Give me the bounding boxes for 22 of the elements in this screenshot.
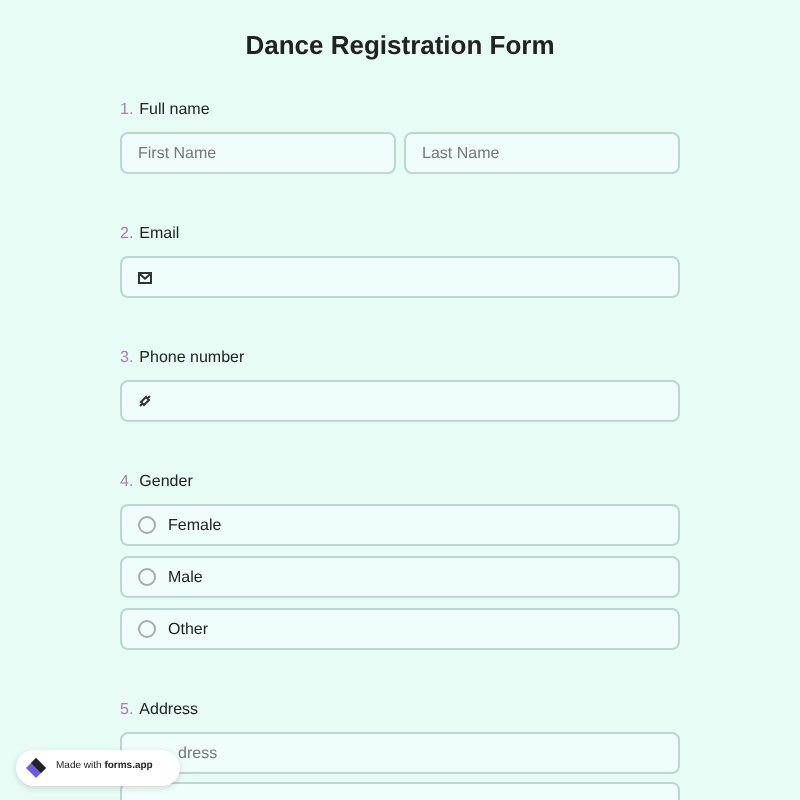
radio-option[interactable]: Male xyxy=(120,556,680,598)
phone-icon xyxy=(138,394,152,408)
form-title: Dance Registration Form xyxy=(243,30,557,60)
radio-icon xyxy=(138,620,156,638)
question-label: 4. Gender xyxy=(120,472,195,492)
input-field[interactable] xyxy=(120,256,680,298)
question-label: 5. Address xyxy=(120,700,201,720)
option-label: Female xyxy=(168,513,222,537)
text-field[interactable]: First Name xyxy=(120,132,396,174)
question-label: 3. Phone number xyxy=(120,348,247,368)
radio-icon xyxy=(138,516,156,534)
mail-icon xyxy=(138,271,152,283)
radio-option[interactable]: Other xyxy=(120,608,680,650)
logo-icon xyxy=(24,756,48,780)
option-label: Male xyxy=(168,565,203,589)
radio-option[interactable]: Female xyxy=(120,504,680,546)
input-field[interactable] xyxy=(120,380,680,422)
option-label: Other xyxy=(168,617,209,641)
question-label: 1. Full name xyxy=(120,100,212,120)
radio-icon xyxy=(138,568,156,586)
question-label: 2. Email xyxy=(120,224,182,244)
text-field[interactable]: Last Name xyxy=(404,132,680,174)
